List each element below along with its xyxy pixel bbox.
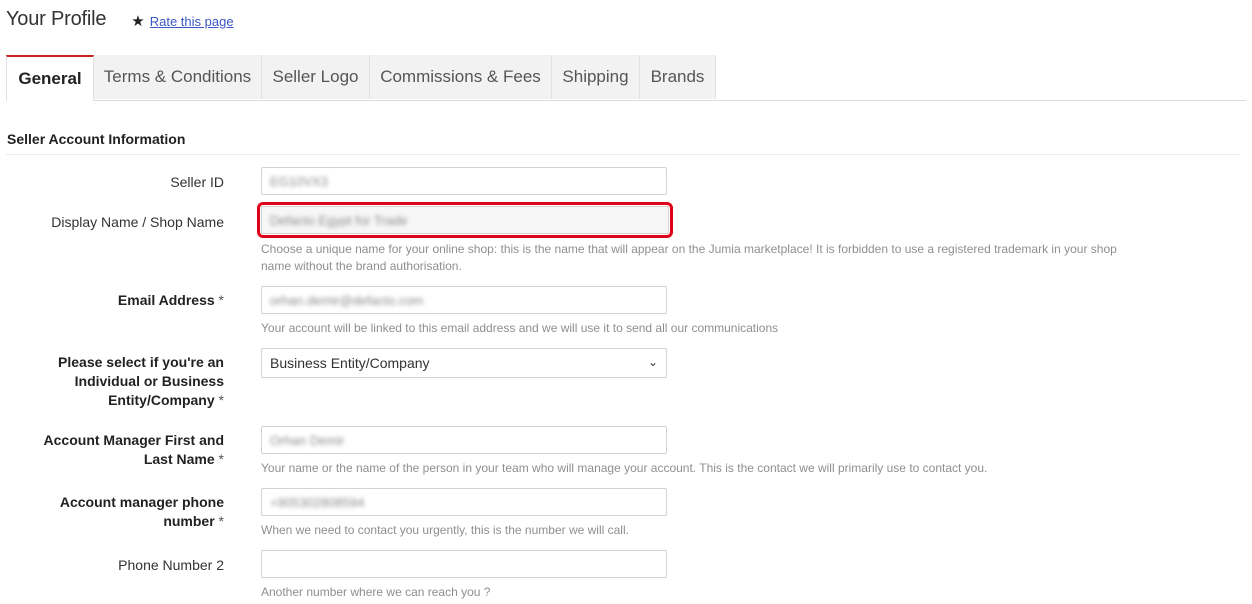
entity-type-value: Business Entity/Company: [270, 355, 430, 371]
tab-commissions-fees[interactable]: Commissions & Fees: [370, 55, 552, 99]
email-label-text: Email Address: [117, 292, 215, 308]
phone-help: When we need to contact you urgently, th…: [261, 523, 629, 537]
display-name-help-line2: name without the brand authorisation.: [261, 259, 462, 273]
phone-label-line2: number: [163, 513, 215, 529]
account-manager-label-line2: Last Name: [143, 451, 215, 467]
email-label: Email Address *: [118, 291, 224, 310]
required-marker: *: [218, 292, 224, 308]
email-value: orhan.demir@defacto.com: [270, 292, 424, 308]
display-name-help: Choose a unique name for your online sho…: [261, 241, 1117, 275]
account-manager-input[interactable]: Orhan Demir: [261, 426, 667, 454]
tab-shipping[interactable]: Shipping: [552, 55, 640, 99]
page-header: Your Profile ★ Rate this page: [6, 8, 234, 31]
phone-value: +905302808594: [270, 494, 365, 510]
tab-terms-conditions[interactable]: Terms & Conditions: [94, 55, 262, 99]
rate-page[interactable]: ★ Rate this page: [131, 14, 233, 29]
account-manager-value: Orhan Demir: [270, 432, 345, 448]
entity-type-label-line1: Please select if you're an: [58, 354, 224, 370]
chevron-down-icon: ⌄: [647, 355, 658, 369]
page-title: Your Profile: [6, 8, 107, 30]
entity-type-label-line2: Individual or Business: [74, 373, 224, 389]
entity-type-select[interactable]: Business Entity/Company ⌄: [261, 348, 667, 378]
required-marker: *: [218, 451, 224, 467]
account-manager-label-line1: Account Manager First and: [43, 432, 224, 448]
seller-id-input[interactable]: EG10VX3: [261, 167, 667, 195]
seller-id-value: EG10VX3: [270, 173, 328, 189]
account-manager-help: Your name or the name of the person in y…: [261, 461, 988, 475]
email-help: Your account will be linked to this emai…: [261, 321, 779, 335]
display-name-label: Display Name / Shop Name: [51, 214, 224, 230]
entity-type-label-line3: Entity/Company: [108, 392, 215, 408]
tab-general[interactable]: General: [6, 55, 94, 101]
tab-brands[interactable]: Brands: [640, 55, 716, 99]
seller-id-label: Seller ID: [170, 174, 224, 190]
required-marker: *: [218, 513, 224, 529]
phone-label-line1: Account manager phone: [59, 494, 224, 510]
required-marker: *: [218, 392, 224, 408]
display-name-input[interactable]: Defacto Egypt for Trade: [257, 202, 673, 238]
email-input[interactable]: orhan.demir@defacto.com: [261, 286, 667, 314]
phone2-label: Phone Number 2: [118, 557, 224, 573]
account-manager-label: Account Manager First and Last Name *: [44, 431, 224, 469]
section-title: Seller Account Information: [7, 131, 186, 147]
tab-seller-logo[interactable]: Seller Logo: [262, 55, 370, 99]
phone2-input[interactable]: [261, 550, 667, 578]
phone2-help: Another number where we can reach you ?: [261, 585, 491, 599]
phone-label: Account manager phone number *: [60, 493, 224, 531]
display-name-help-line1: Choose a unique name for your online sho…: [261, 242, 1117, 256]
tab-bar: General Terms & Conditions Seller Logo C…: [6, 55, 1246, 101]
section-divider: [6, 154, 1240, 155]
entity-type-label: Please select if you're an Individual or…: [58, 353, 224, 410]
rate-page-link[interactable]: Rate this page: [150, 14, 234, 29]
phone-input[interactable]: +905302808594: [261, 488, 667, 516]
star-icon: ★: [131, 12, 145, 30]
display-name-value: Defacto Egypt for Trade: [270, 212, 408, 228]
